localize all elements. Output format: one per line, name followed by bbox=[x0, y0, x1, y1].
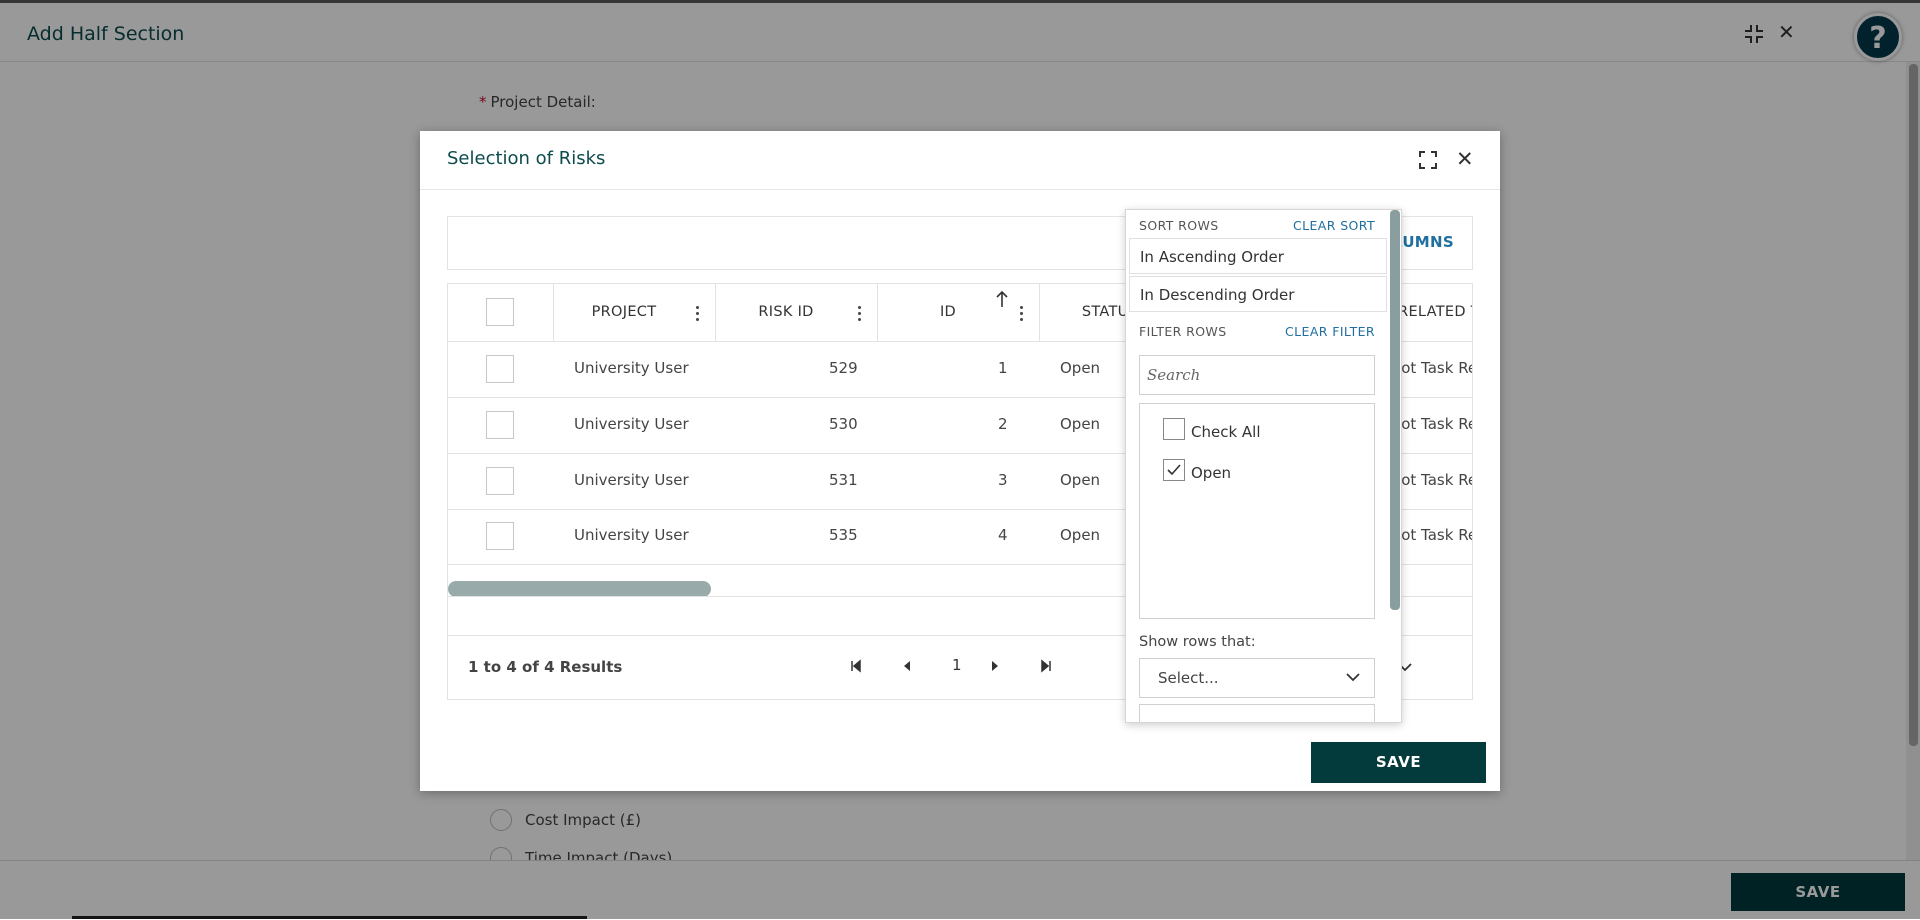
cell-risk-id: 529 bbox=[829, 359, 858, 377]
open-checkbox[interactable] bbox=[1163, 459, 1185, 481]
filter-values-list: Check All Open bbox=[1139, 403, 1375, 619]
header-select-all bbox=[448, 284, 554, 341]
next-page-icon[interactable] bbox=[990, 659, 1000, 673]
check-all-checkbox[interactable] bbox=[1163, 418, 1185, 440]
kebab-menu-icon[interactable] bbox=[696, 306, 700, 322]
cell-id: 1 bbox=[998, 359, 1008, 377]
filter-rows-label: FILTER ROWS bbox=[1139, 324, 1227, 339]
sort-ascending-icon bbox=[996, 290, 1008, 307]
header-id[interactable]: ID bbox=[877, 284, 1040, 341]
sort-ascending-label: In Ascending Order bbox=[1140, 248, 1284, 266]
cell-status: Open bbox=[1060, 526, 1101, 544]
row-checkbox[interactable] bbox=[486, 355, 514, 383]
cell-id: 3 bbox=[998, 471, 1008, 489]
condition-value-input[interactable] bbox=[1139, 704, 1375, 722]
cell-id: 2 bbox=[998, 415, 1008, 433]
kebab-menu-icon[interactable] bbox=[858, 306, 862, 322]
sort-section-header: SORT ROWS CLEAR SORT bbox=[1126, 210, 1401, 238]
sort-ascending-option[interactable]: In Ascending Order bbox=[1129, 238, 1387, 274]
close-icon[interactable]: ✕ bbox=[1456, 147, 1474, 171]
row-checkbox[interactable] bbox=[486, 522, 514, 550]
column-menu-popup: SORT ROWS CLEAR SORT In Ascending Order … bbox=[1125, 209, 1402, 723]
header-risk-id[interactable]: RISK ID bbox=[715, 284, 878, 341]
clear-sort-link[interactable]: CLEAR SORT bbox=[1293, 218, 1375, 233]
sort-descending-label: In Descending Order bbox=[1140, 286, 1295, 304]
cell-related: Not Task Related bbox=[1390, 359, 1472, 377]
chevron-down-icon bbox=[1346, 673, 1360, 682]
header-project[interactable]: PROJECT bbox=[553, 284, 716, 341]
sort-rows-label: SORT ROWS bbox=[1139, 218, 1219, 233]
cell-related: Not Task Related bbox=[1390, 471, 1472, 489]
cell-id: 4 bbox=[998, 526, 1008, 544]
open-option-label: Open bbox=[1191, 464, 1232, 482]
cell-project: University User bbox=[574, 526, 689, 544]
row-checkbox[interactable] bbox=[486, 467, 514, 495]
filter-search-input[interactable]: Search bbox=[1139, 355, 1375, 395]
modal-header: Selection of Risks ✕ bbox=[420, 131, 1500, 190]
cell-status: Open bbox=[1060, 415, 1101, 433]
cell-related: Not Task Related bbox=[1390, 526, 1472, 544]
modal-title: Selection of Risks bbox=[447, 148, 606, 169]
first-page-icon[interactable] bbox=[850, 659, 862, 673]
sort-descending-option[interactable]: In Descending Order bbox=[1129, 276, 1387, 312]
condition-value: Select... bbox=[1158, 669, 1219, 687]
header-project-label: PROJECT bbox=[591, 304, 657, 320]
last-page-icon[interactable] bbox=[1040, 659, 1052, 673]
clear-filter-link[interactable]: CLEAR FILTER bbox=[1285, 324, 1375, 339]
cell-project: University User bbox=[574, 359, 689, 377]
header-risk-id-label: RISK ID bbox=[758, 304, 814, 320]
select-all-checkbox[interactable] bbox=[486, 298, 514, 326]
kebab-menu-icon[interactable] bbox=[1020, 306, 1024, 322]
cell-status: Open bbox=[1060, 359, 1101, 377]
checkmark-icon bbox=[1167, 464, 1181, 476]
cell-related: Not Task Related bbox=[1390, 415, 1472, 433]
results-count: 1 to 4 of 4 Results bbox=[468, 658, 623, 676]
row-checkbox[interactable] bbox=[486, 411, 514, 439]
filter-section-header: FILTER ROWS CLEAR FILTER bbox=[1126, 316, 1401, 344]
previous-page-icon[interactable] bbox=[902, 659, 912, 673]
modal-save-button[interactable]: SAVE bbox=[1311, 742, 1486, 783]
show-rows-label: Show rows that: bbox=[1139, 634, 1256, 650]
current-page-number[interactable]: 1 bbox=[952, 656, 962, 674]
condition-select[interactable]: Select... bbox=[1139, 658, 1375, 698]
cell-project: University User bbox=[574, 415, 689, 433]
cell-project: University User bbox=[574, 471, 689, 489]
check-all-label: Check All bbox=[1191, 423, 1261, 441]
cell-risk-id: 530 bbox=[829, 415, 858, 433]
cell-risk-id: 531 bbox=[829, 471, 858, 489]
maximize-icon[interactable] bbox=[1418, 150, 1438, 170]
cell-risk-id: 535 bbox=[829, 526, 858, 544]
cell-status: Open bbox=[1060, 471, 1101, 489]
menu-scrollbar-thumb[interactable] bbox=[1390, 210, 1400, 610]
